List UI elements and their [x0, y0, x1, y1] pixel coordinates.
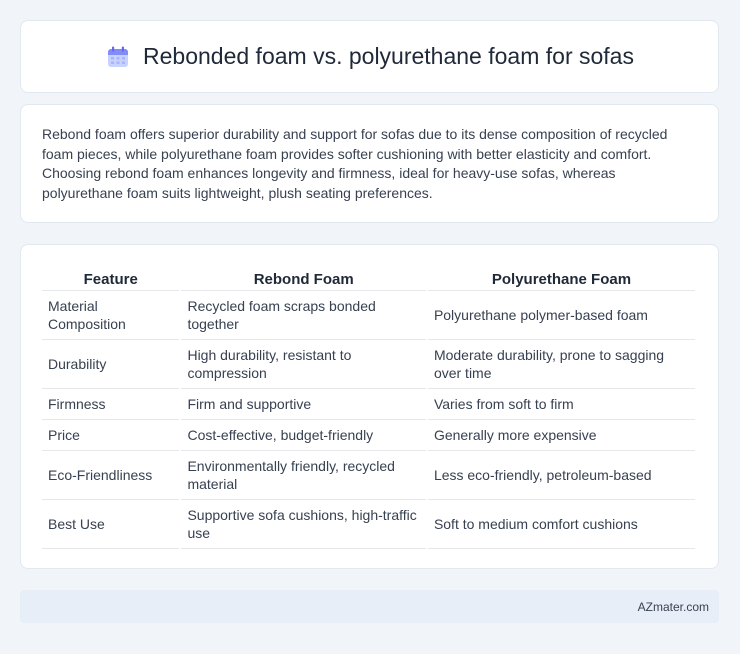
summary-text: Rebond foam offers superior durability a…: [42, 126, 668, 201]
table-cell: Best Use: [42, 499, 180, 549]
comparison-table-card: Feature Rebond Foam Polyurethane Foam Ma…: [20, 244, 719, 569]
table-cell: Recycled foam scraps bonded together: [181, 290, 426, 339]
comparison-table: Feature Rebond Foam Polyurethane Foam Ma…: [40, 265, 697, 549]
table-cell: Generally more expensive: [427, 419, 695, 450]
table-row: Durability High durability, resistant to…: [42, 339, 695, 388]
header-rebond-foam: Rebond Foam: [253, 271, 354, 288]
footer-source: AZmater.com: [637, 599, 709, 614]
table-cell: Supportive sofa cushions, high-traffic u…: [181, 499, 426, 549]
footer: AZmater.com: [20, 590, 719, 623]
table-row: Eco-Friendliness Environmentally friendl…: [42, 450, 695, 499]
table-cell: Environmentally friendly, recycled mater…: [181, 450, 426, 499]
page-title: Rebonded foam vs. polyurethane foam for …: [143, 43, 634, 69]
table-cell: Durability: [42, 339, 180, 388]
table-cell: Polyurethane polymer-based foam: [427, 290, 695, 339]
table-cell: Cost-effective, budget-friendly: [181, 419, 426, 450]
header-polyurethane-foam: Polyurethane Foam: [491, 271, 632, 288]
table-cell: Material Composition: [42, 290, 180, 339]
table-row: Best Use Supportive sofa cushions, high-…: [42, 499, 695, 549]
calendar-icon: [105, 44, 131, 70]
table-row: Price Cost-effective, budget-friendly Ge…: [42, 419, 695, 450]
table-cell: Less eco-friendly, petroleum-based: [427, 450, 695, 499]
table-row: Material Composition Recycled foam scrap…: [42, 290, 695, 339]
summary-card: Rebond foam offers superior durability a…: [20, 104, 719, 223]
table-cell: High durability, resistant to compressio…: [181, 339, 426, 388]
table-cell: Moderate durability, prone to sagging ov…: [427, 339, 695, 388]
table-cell: Soft to medium comfort cushions: [427, 499, 695, 549]
table-cell: Firm and supportive: [181, 388, 426, 419]
table-cell: Firmness: [42, 388, 180, 419]
table-cell: Varies from soft to firm: [427, 388, 695, 419]
table-cell: Price: [42, 419, 180, 450]
title-card: Rebonded foam vs. polyurethane foam for …: [20, 20, 719, 93]
table-header-row: Feature Rebond Foam Polyurethane Foam: [42, 265, 695, 290]
table-cell: Eco-Friendliness: [42, 450, 180, 499]
header-feature: Feature: [83, 271, 138, 288]
table-row: Firmness Firm and supportive Varies from…: [42, 388, 695, 419]
